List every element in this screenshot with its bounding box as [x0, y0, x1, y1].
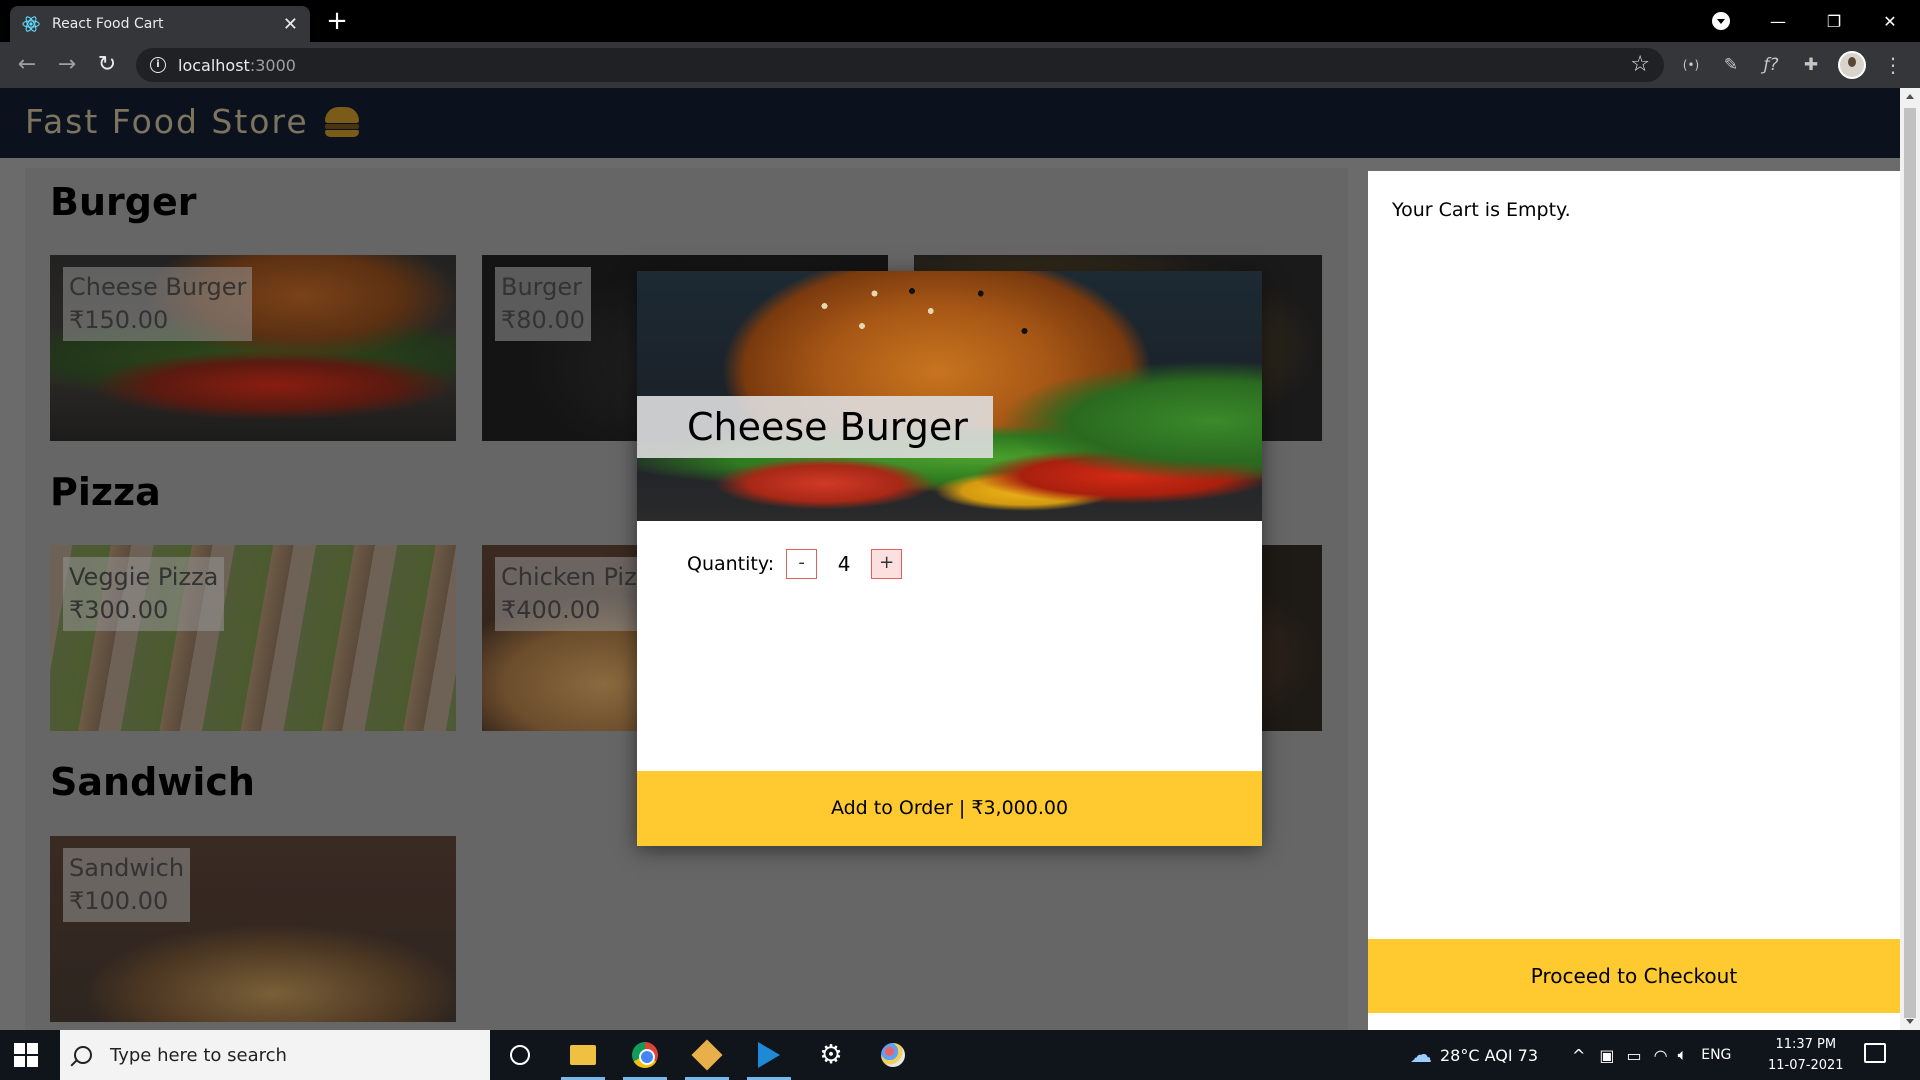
chevron-up-icon[interactable]: ^ — [1572, 1046, 1585, 1065]
item-modal: Cheese Burger Quantity: - 4 + Add to Ord… — [637, 271, 1262, 846]
site-info-icon[interactable]: i — [150, 57, 166, 73]
back-arrow-icon[interactable]: ← — [12, 50, 42, 80]
clock-date: 11-07-2021 — [1768, 1058, 1844, 1073]
menu-item-price: ₹150.00 — [69, 306, 169, 334]
settings-gear-icon[interactable]: ⚙ — [803, 1030, 859, 1080]
windows-start-icon[interactable] — [14, 1043, 38, 1067]
close-window-button[interactable]: ✕ — [1862, 0, 1918, 42]
tab-close-icon[interactable]: ✕ — [283, 14, 298, 35]
taskbar-clock[interactable]: 11:37 PM 11-07-2021 — [1768, 1034, 1844, 1076]
battery-icon[interactable]: ▭ — [1627, 1046, 1642, 1065]
react-icon — [22, 16, 40, 32]
menu-item-label: Cheese Burger ₹150.00 — [63, 267, 253, 341]
tray-icons: ^ ▣ ▭ ◠ 🔈︎ ENG — [1572, 1030, 1731, 1080]
proceed-to-checkout-button[interactable]: Proceed to Checkout — [1368, 939, 1900, 1013]
taskbar-search-placeholder: Type here to search — [110, 1044, 287, 1066]
language-indicator[interactable]: ENG — [1701, 1047, 1731, 1063]
scroll-up-icon[interactable] — [1906, 94, 1914, 99]
scroll-down-icon[interactable] — [1906, 1019, 1914, 1024]
cart-panel: Your Cart is Empty. Proceed to Checkout — [1368, 171, 1900, 1030]
weather-widget[interactable]: ☁ 28°C AQI 73 — [1410, 1030, 1538, 1080]
vscode-icon[interactable] — [741, 1030, 797, 1080]
url-host: localhost — [178, 55, 250, 75]
new-tab-button[interactable]: + — [322, 6, 352, 36]
tab-title: React Food Cart — [52, 16, 164, 32]
page-scrollbar[interactable] — [1900, 88, 1920, 1030]
menu-item-name: Sandwich — [69, 854, 185, 882]
menu-item-veggie-pizza[interactable]: Veggie Pizza ₹300.00 — [50, 545, 456, 731]
quantity-row: Quantity: - 4 + — [687, 549, 903, 579]
category-title-sandwich: Sandwich — [50, 760, 255, 804]
decrement-button[interactable]: - — [786, 549, 818, 579]
weather-text: 28°C AQI 73 — [1440, 1045, 1539, 1065]
browser-titlebar: React Food Cart ✕ + — ❐ ✕ — [0, 0, 1920, 42]
quantity-label: Quantity: — [687, 553, 775, 575]
profile-avatar[interactable] — [1838, 51, 1866, 79]
increment-button[interactable]: + — [871, 549, 903, 579]
brand[interactable]: Fast Food Store — [25, 102, 359, 141]
menu-item-label: Burger ₹80.00 — [495, 267, 591, 341]
restore-button[interactable]: ❐ — [1806, 0, 1862, 42]
category-title-burger: Burger — [50, 180, 197, 224]
reload-icon[interactable]: ↻ — [92, 50, 122, 80]
git-icon[interactable] — [679, 1030, 735, 1080]
extensions-puzzle-icon[interactable]: ✚ — [1796, 50, 1826, 80]
modal-item-title: Cheese Burger — [637, 396, 993, 458]
browser-tab[interactable]: React Food Cart ✕ — [10, 6, 310, 42]
menu-item-cheese-burger[interactable]: Cheese Burger ₹150.00 — [50, 255, 456, 441]
menu-item-price: ₹100.00 — [69, 887, 169, 915]
notification-icon[interactable] — [1864, 1043, 1886, 1063]
menu-item-name: Veggie Pizza — [69, 563, 219, 591]
forward-arrow-icon[interactable]: → — [52, 50, 82, 80]
clock-time: 11:37 PM — [1775, 1037, 1837, 1052]
site-header: Fast Food Store — [0, 88, 1900, 158]
menu-item-name: Burger — [501, 273, 582, 301]
file-explorer-icon[interactable] — [555, 1030, 611, 1080]
cloud-icon: ☁ — [1410, 1042, 1432, 1068]
paint-icon[interactable] — [865, 1030, 921, 1080]
cortana-icon[interactable] — [492, 1030, 548, 1080]
url-port: :3000 — [249, 55, 296, 75]
browser-toolbar: ← → ↻ i localhost:3000 ☆ — [0, 42, 1920, 88]
extension-function-icon[interactable]: ƒ? — [1756, 50, 1786, 80]
add-to-order-button[interactable]: Add to Order | ₹3,000.00 — [637, 771, 1262, 846]
windows-taskbar: Type here to search ⚙ ☁ 28°C AQI 73 ^ ▣ … — [0, 1030, 1920, 1080]
extension-pen-icon[interactable]: ✎ — [1716, 50, 1746, 80]
brand-title: Fast Food Store — [25, 102, 309, 141]
menu-item-name: Cheese Burger — [69, 273, 247, 301]
search-icon — [74, 1046, 92, 1064]
menu-item-label: Sandwich ₹100.00 — [63, 848, 191, 922]
minimize-button[interactable]: — — [1750, 0, 1806, 42]
menu-item-price: ₹300.00 — [69, 596, 169, 624]
extension-radio-icon[interactable]: (•) — [1676, 50, 1706, 80]
browser-menu-icon[interactable]: ⋮ — [1878, 50, 1908, 80]
cart-empty-message: Your Cart is Empty. — [1392, 199, 1571, 221]
tab-search-icon[interactable] — [1712, 12, 1730, 30]
menu-item-label: Veggie Pizza ₹300.00 — [63, 557, 225, 631]
quantity-value: 4 — [837, 552, 851, 576]
bookmark-star-icon[interactable]: ☆ — [1630, 52, 1650, 77]
menu-item-sandwich[interactable]: Sandwich ₹100.00 — [50, 836, 456, 1022]
category-title-pizza: Pizza — [50, 470, 161, 514]
chrome-icon[interactable] — [617, 1030, 673, 1080]
volume-icon[interactable]: 🔈︎ — [1678, 1045, 1688, 1065]
wifi-icon[interactable]: ◠ — [1654, 1046, 1668, 1065]
page-viewport: Fast Food Store Burger Cheese Burger ₹15… — [0, 88, 1900, 1030]
address-bar[interactable]: i localhost:3000 ☆ — [136, 48, 1664, 82]
menu-item-price: ₹80.00 — [501, 306, 585, 334]
scrollbar-thumb[interactable] — [1904, 108, 1916, 1018]
taskbar-search[interactable]: Type here to search — [60, 1030, 490, 1080]
burger-logo-icon — [324, 106, 359, 137]
meet-now-icon[interactable]: ▣ — [1599, 1046, 1614, 1065]
